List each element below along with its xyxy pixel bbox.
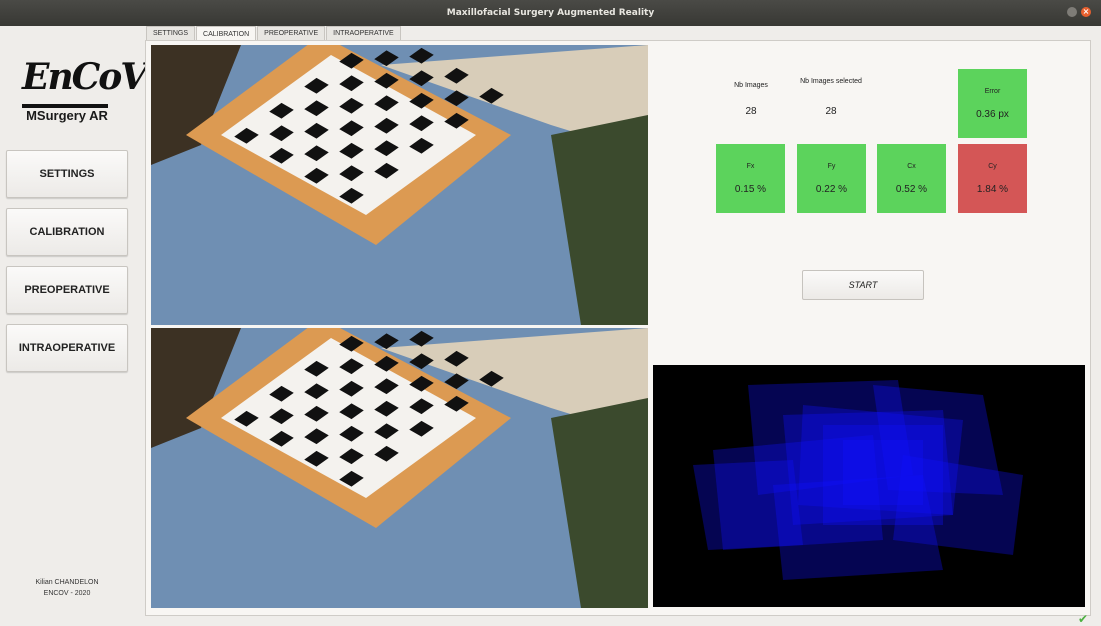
calibration-coverage-view: [653, 365, 1085, 607]
status-check-icon: ✔: [1078, 612, 1089, 626]
cx-value: 0.52 %: [895, 183, 928, 195]
tab-intraoperative[interactable]: INTRAOPERATIVE: [326, 26, 401, 40]
close-button[interactable]: ×: [1081, 7, 1091, 17]
window-title: Maxillofacial Surgery Augmented Reality: [446, 8, 655, 18]
fx-label: Fx: [746, 162, 755, 170]
camera-view-bottom: [151, 328, 648, 608]
footer-org: ENCOV - 2020: [43, 590, 91, 597]
tab-settings[interactable]: SETTINGS: [146, 26, 196, 40]
fy-label: Fy: [827, 162, 836, 170]
fy-value: 0.22 %: [815, 183, 848, 195]
tab-bar: SETTINGS CALIBRATION PREOPERATIVE INTRAO…: [146, 26, 402, 41]
calibration-button[interactable]: CALIBRATION: [6, 208, 128, 256]
coverage-image-footprint: [843, 440, 923, 505]
intraoperative-button[interactable]: INTRAOPERATIVE: [6, 324, 128, 372]
nb-selected-value: 28: [825, 106, 837, 117]
cx-label: Cx: [907, 162, 916, 170]
error-label: Error: [984, 87, 1001, 95]
settings-button[interactable]: SETTINGS: [6, 150, 128, 198]
sidebar: EnCoV MSurgery AR SETTINGS CALIBRATION P…: [0, 26, 148, 625]
cy-metric: Cy 1.84 %: [958, 144, 1027, 213]
fx-metric: Fx 0.15 %: [716, 144, 785, 213]
nb-images-value: 28: [745, 106, 757, 117]
checkerboard-image-undistorted: [151, 328, 648, 608]
coverage-plot: [693, 380, 1023, 580]
nb-images-label: Nb Images: [734, 82, 768, 89]
error-value: 0.36 px: [976, 108, 1009, 120]
window-titlebar: Maxillofacial Surgery Augmented Reality …: [0, 0, 1101, 26]
window-controls: ×: [1067, 7, 1091, 17]
tab-calibration[interactable]: CALIBRATION: [196, 26, 257, 41]
preoperative-button[interactable]: PREOPERATIVE: [6, 266, 128, 314]
footer-author: Kilian CHANDELON: [35, 579, 99, 586]
app-subtitle: MSurgery AR: [26, 108, 108, 123]
logo-text: EnCoV: [22, 56, 148, 98]
tab-preoperative[interactable]: PREOPERATIVE: [257, 26, 326, 40]
fy-metric: Fy 0.22 %: [797, 144, 866, 213]
start-button[interactable]: START: [802, 270, 924, 300]
checkerboard-image: [151, 45, 648, 325]
calibration-panel: Nb Images 28 Nb Images selected 28 Error…: [145, 40, 1091, 616]
camera-view-top: [151, 45, 648, 325]
fx-value: 0.15 %: [734, 183, 767, 195]
cx-metric: Cx 0.52 %: [877, 144, 946, 213]
minimize-button[interactable]: [1067, 7, 1077, 17]
error-metric: Error 0.36 px: [958, 69, 1027, 138]
cy-label: Cy: [988, 162, 997, 170]
nb-selected-label: Nb Images selected: [800, 78, 862, 85]
cy-value: 1.84 %: [976, 183, 1009, 195]
